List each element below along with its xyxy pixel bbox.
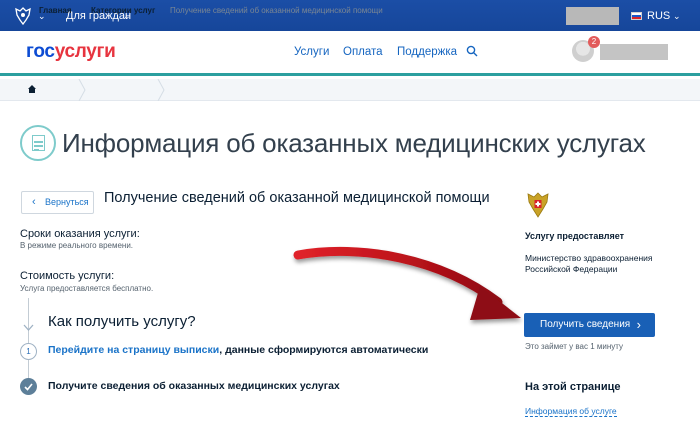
service-title: Получение сведений об оказанной медицинс… [104,190,490,206]
chevron-down-icon [23,324,34,331]
terms-label: Сроки оказания услуги: [20,228,140,240]
user-name-redacted[interactable] [600,44,668,60]
provider-label: Услугу предоставляет [525,231,625,241]
notification-badge[interactable]: 2 [588,36,600,48]
location-redacted[interactable] [566,7,619,25]
page-title: Информация об оказанных медицинских услу… [62,128,646,158]
steps-timeline [28,298,29,378]
cost-label: Стоимость услуги: [20,270,115,282]
coat-of-arms-icon[interactable] [12,6,34,26]
chevron-down-icon[interactable]: ⌄ [673,11,681,22]
service-info-link[interactable]: Информация об услуге [525,406,617,417]
step-number: 1 [20,343,37,360]
chevron-right-icon: › [636,317,641,332]
main-header: госуслуги Услуги Оплата Поддержка 2 [0,31,700,76]
nav-services[interactable]: Услуги [294,46,329,58]
home-icon[interactable] [27,84,37,94]
search-icon[interactable] [466,45,478,57]
on-this-page-title: На этой странице [525,381,621,393]
provider-name: Министерство здравоохранения Российской … [525,253,653,274]
back-button[interactable]: ‹ Вернуться [21,191,94,214]
duration-note: Это займет у вас 1 минуту [525,342,624,351]
breadcrumb-current: Получение сведений об оказанной медицинс… [170,6,383,15]
checkmark-icon [24,383,33,391]
ministry-emblem-icon [527,192,549,218]
step-done-indicator [20,378,37,395]
russian-flag-icon [631,12,642,20]
medical-document-icon [20,125,56,161]
language-selector[interactable]: RUS [647,10,670,22]
step-2: Получите сведения об оказанных медицинск… [48,380,340,392]
step-1: Перейдите на страницу выписки, данные сф… [48,344,429,356]
breadcrumb-home[interactable]: Главная [39,6,72,15]
gosuslugi-logo[interactable]: госуслуги [26,41,116,63]
nav-support[interactable]: Поддержка [397,46,457,58]
nav-payment[interactable]: Оплата [343,46,383,58]
statement-page-link[interactable]: Перейдите на страницу выписки [48,344,219,356]
breadcrumb-separator [157,79,165,101]
breadcrumb-separator [78,79,86,101]
get-info-button[interactable]: Получить сведения › [524,313,655,337]
cost-value: Услуга предоставляется бесплатно. [20,284,154,293]
top-bar: ⌄ Для граждан ⌄ RUS ⌄ [0,0,700,31]
chevron-left-icon: ‹ [32,196,36,208]
how-to-get-title: Как получить услугу? [48,313,196,330]
breadcrumb-categories[interactable]: Категории услуг [91,6,155,15]
breadcrumb [0,79,700,101]
terms-value: В режиме реального времени. [20,241,134,250]
